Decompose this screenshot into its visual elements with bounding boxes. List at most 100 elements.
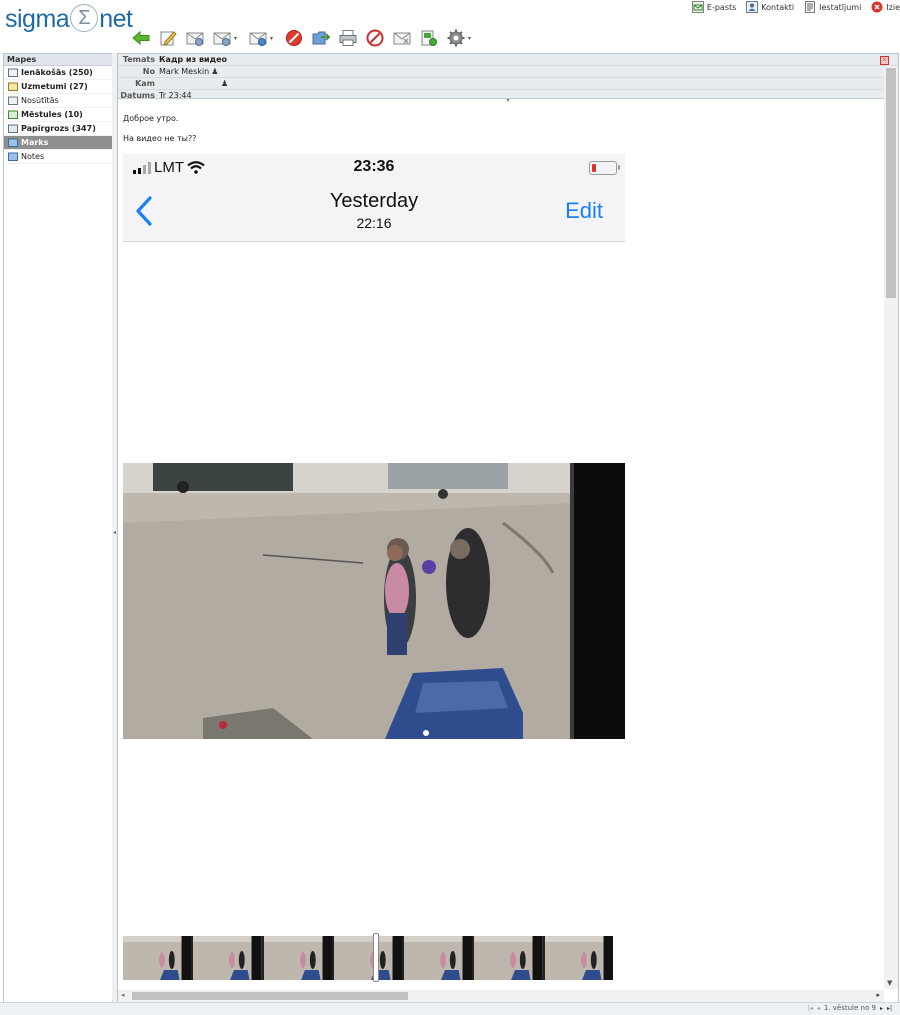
filmstrip-frame: [544, 936, 613, 980]
phone-nav-bar: Yesterday 22:16 Edit: [123, 182, 625, 242]
settings-icon: [805, 1, 816, 13]
vertical-scrollbar[interactable]: ▼: [884, 66, 898, 989]
next-page-icon[interactable]: ▸: [880, 1005, 883, 1012]
from-label: No: [142, 67, 155, 76]
toplink-contacts[interactable]: Kontakti: [746, 1, 794, 13]
folder-item-label: Uzmetumi (27): [21, 82, 88, 91]
logout-icon: [871, 1, 883, 13]
subject-value: Кадр из видео: [159, 55, 227, 64]
message-pager: |◂ ◂ 1. vēstule no 9 ▸ ▸|: [808, 1004, 892, 1012]
body-line: На видео не ты??: [123, 134, 197, 143]
pager-text: 1. vēstule no 9: [823, 1004, 876, 1012]
embedded-screenshot-image[interactable]: LMT 23:36 Yesterday 22:16 Edit: [123, 154, 625, 982]
settings-menu-button[interactable]: [445, 28, 467, 48]
prev-page-icon[interactable]: ◂: [817, 1005, 820, 1012]
folder-item[interactable]: Uzmetumi (27): [4, 80, 112, 94]
top-links: E-pasts Kontakti Iestatījumi Izie: [691, 0, 900, 14]
filmstrip-frame: [193, 936, 262, 980]
contacts-icon: [746, 1, 759, 13]
message-pane: Temats Кадр из видео No Mark Meskin ♟ Ka…: [117, 53, 899, 1003]
filmstrip-frame: [333, 936, 403, 980]
folder-item[interactable]: Notes: [4, 150, 112, 164]
compose-icon: [160, 31, 177, 46]
toplink-email-label: E-pasts: [706, 2, 737, 12]
mark-icon: [393, 32, 411, 45]
flag-icon: [421, 30, 437, 46]
vertical-scroll-thumb[interactable]: [886, 68, 896, 298]
junk-icon: [8, 110, 18, 119]
reply-all-dropdown[interactable]: ▾: [234, 35, 242, 42]
scroll-right-arrow-icon[interactable]: ▸: [876, 991, 880, 999]
from-value[interactable]: Mark Meskin: [159, 67, 209, 76]
folder-item[interactable]: Ienākošās (250): [4, 66, 112, 80]
person-icon[interactable]: ♟: [221, 79, 228, 88]
move-button[interactable]: [310, 28, 332, 48]
flag-button[interactable]: [418, 28, 440, 48]
forward-icon: [249, 32, 267, 46]
sigmanet-logo[interactable]: sigma Σ net: [5, 3, 133, 33]
toplink-logout[interactable]: Izie: [871, 1, 900, 13]
forward-dropdown[interactable]: ▾: [270, 35, 278, 42]
horizontal-scroll-thumb[interactable]: [132, 992, 408, 1000]
spam-icon: [366, 29, 384, 47]
spam-button[interactable]: [364, 28, 386, 48]
inbox-icon: [8, 68, 18, 77]
app-header: sigma Σ net E-pasts Kontakti Iestatījumi…: [0, 0, 900, 52]
subject-row: Temats Кадр из видео: [118, 54, 898, 66]
reply-button[interactable]: [184, 28, 206, 48]
folder-item-label: Papīrgrozs (347): [21, 124, 96, 133]
close-header-icon[interactable]: ×: [880, 56, 889, 65]
reply-icon: [186, 32, 204, 46]
to-row: Kam ♟: [118, 78, 898, 90]
video-filmstrip[interactable]: [123, 933, 625, 982]
horizontal-scrollbar[interactable]: ◂ ▸: [118, 990, 884, 1002]
logo-text-left: sigma: [5, 4, 70, 33]
video-frame-image: [123, 463, 625, 739]
toplink-email[interactable]: E-pasts: [691, 1, 737, 13]
folder-item[interactable]: Papīrgrozs (347): [4, 122, 112, 136]
person-icon[interactable]: ♟: [211, 67, 218, 76]
phone-clock: 23:36: [353, 158, 395, 175]
last-page-icon[interactable]: ▸|: [887, 1005, 892, 1012]
scroll-down-arrow-icon[interactable]: ▼: [887, 979, 892, 987]
folder-item-label: Marks: [21, 138, 49, 147]
move-icon: [312, 31, 330, 45]
scroll-left-arrow-icon[interactable]: ◂: [121, 991, 125, 999]
sent-icon: [8, 96, 18, 105]
scrub-handle[interactable]: [373, 933, 379, 982]
folders-title: Mapes: [4, 54, 112, 66]
reply-all-button[interactable]: [211, 28, 233, 48]
settings-menu-dropdown[interactable]: ▾: [468, 35, 476, 42]
toplink-contacts-label: Kontakti: [761, 2, 795, 12]
print-button[interactable]: [337, 28, 359, 48]
filmstrip-frame: [123, 936, 192, 980]
toplink-logout-label: Izie: [886, 2, 900, 12]
folders-pane: Mapes Ienākošās (250) Uzmetumi (27) Nosūtī…: [3, 53, 113, 1003]
logo-text-right: net: [99, 4, 133, 33]
subject-label: Temats: [122, 55, 155, 64]
delete-button[interactable]: [283, 28, 305, 48]
delete-icon: [286, 30, 302, 46]
status-footer: |◂ ◂ 1. vēstule no 9 ▸ ▸|: [0, 1002, 900, 1015]
message-toolbar: ▾ ▾ ▾: [130, 27, 476, 49]
toplink-settings[interactable]: Iestatījumi: [804, 1, 861, 13]
mark-button[interactable]: [391, 28, 413, 48]
folder-item[interactable]: Marks: [4, 136, 112, 150]
back-button[interactable]: [130, 28, 152, 48]
header-expand-toggle[interactable]: ▾: [118, 98, 898, 104]
back-arrow-icon: [132, 30, 150, 46]
folder-item[interactable]: Mēstules (10): [4, 108, 112, 122]
filmstrip-frame: [404, 936, 473, 980]
filmstrip-frames: [123, 936, 613, 980]
collapse-arrow-icon[interactable]: ◂: [113, 529, 116, 536]
compose-button[interactable]: [157, 28, 179, 48]
trash-icon: [8, 124, 18, 133]
message-header: Temats Кадр из видео No Mark Meskin ♟ Ka…: [118, 54, 898, 100]
sigma-logo-icon: Σ: [70, 4, 99, 32]
first-page-icon[interactable]: |◂: [808, 1005, 813, 1012]
print-icon: [339, 30, 357, 46]
folder-item[interactable]: Nosūtītās: [4, 94, 112, 108]
forward-button[interactable]: [247, 28, 269, 48]
phone-edit-label: Edit: [565, 198, 603, 223]
phone-status-bar: LMT 23:36: [123, 154, 625, 182]
